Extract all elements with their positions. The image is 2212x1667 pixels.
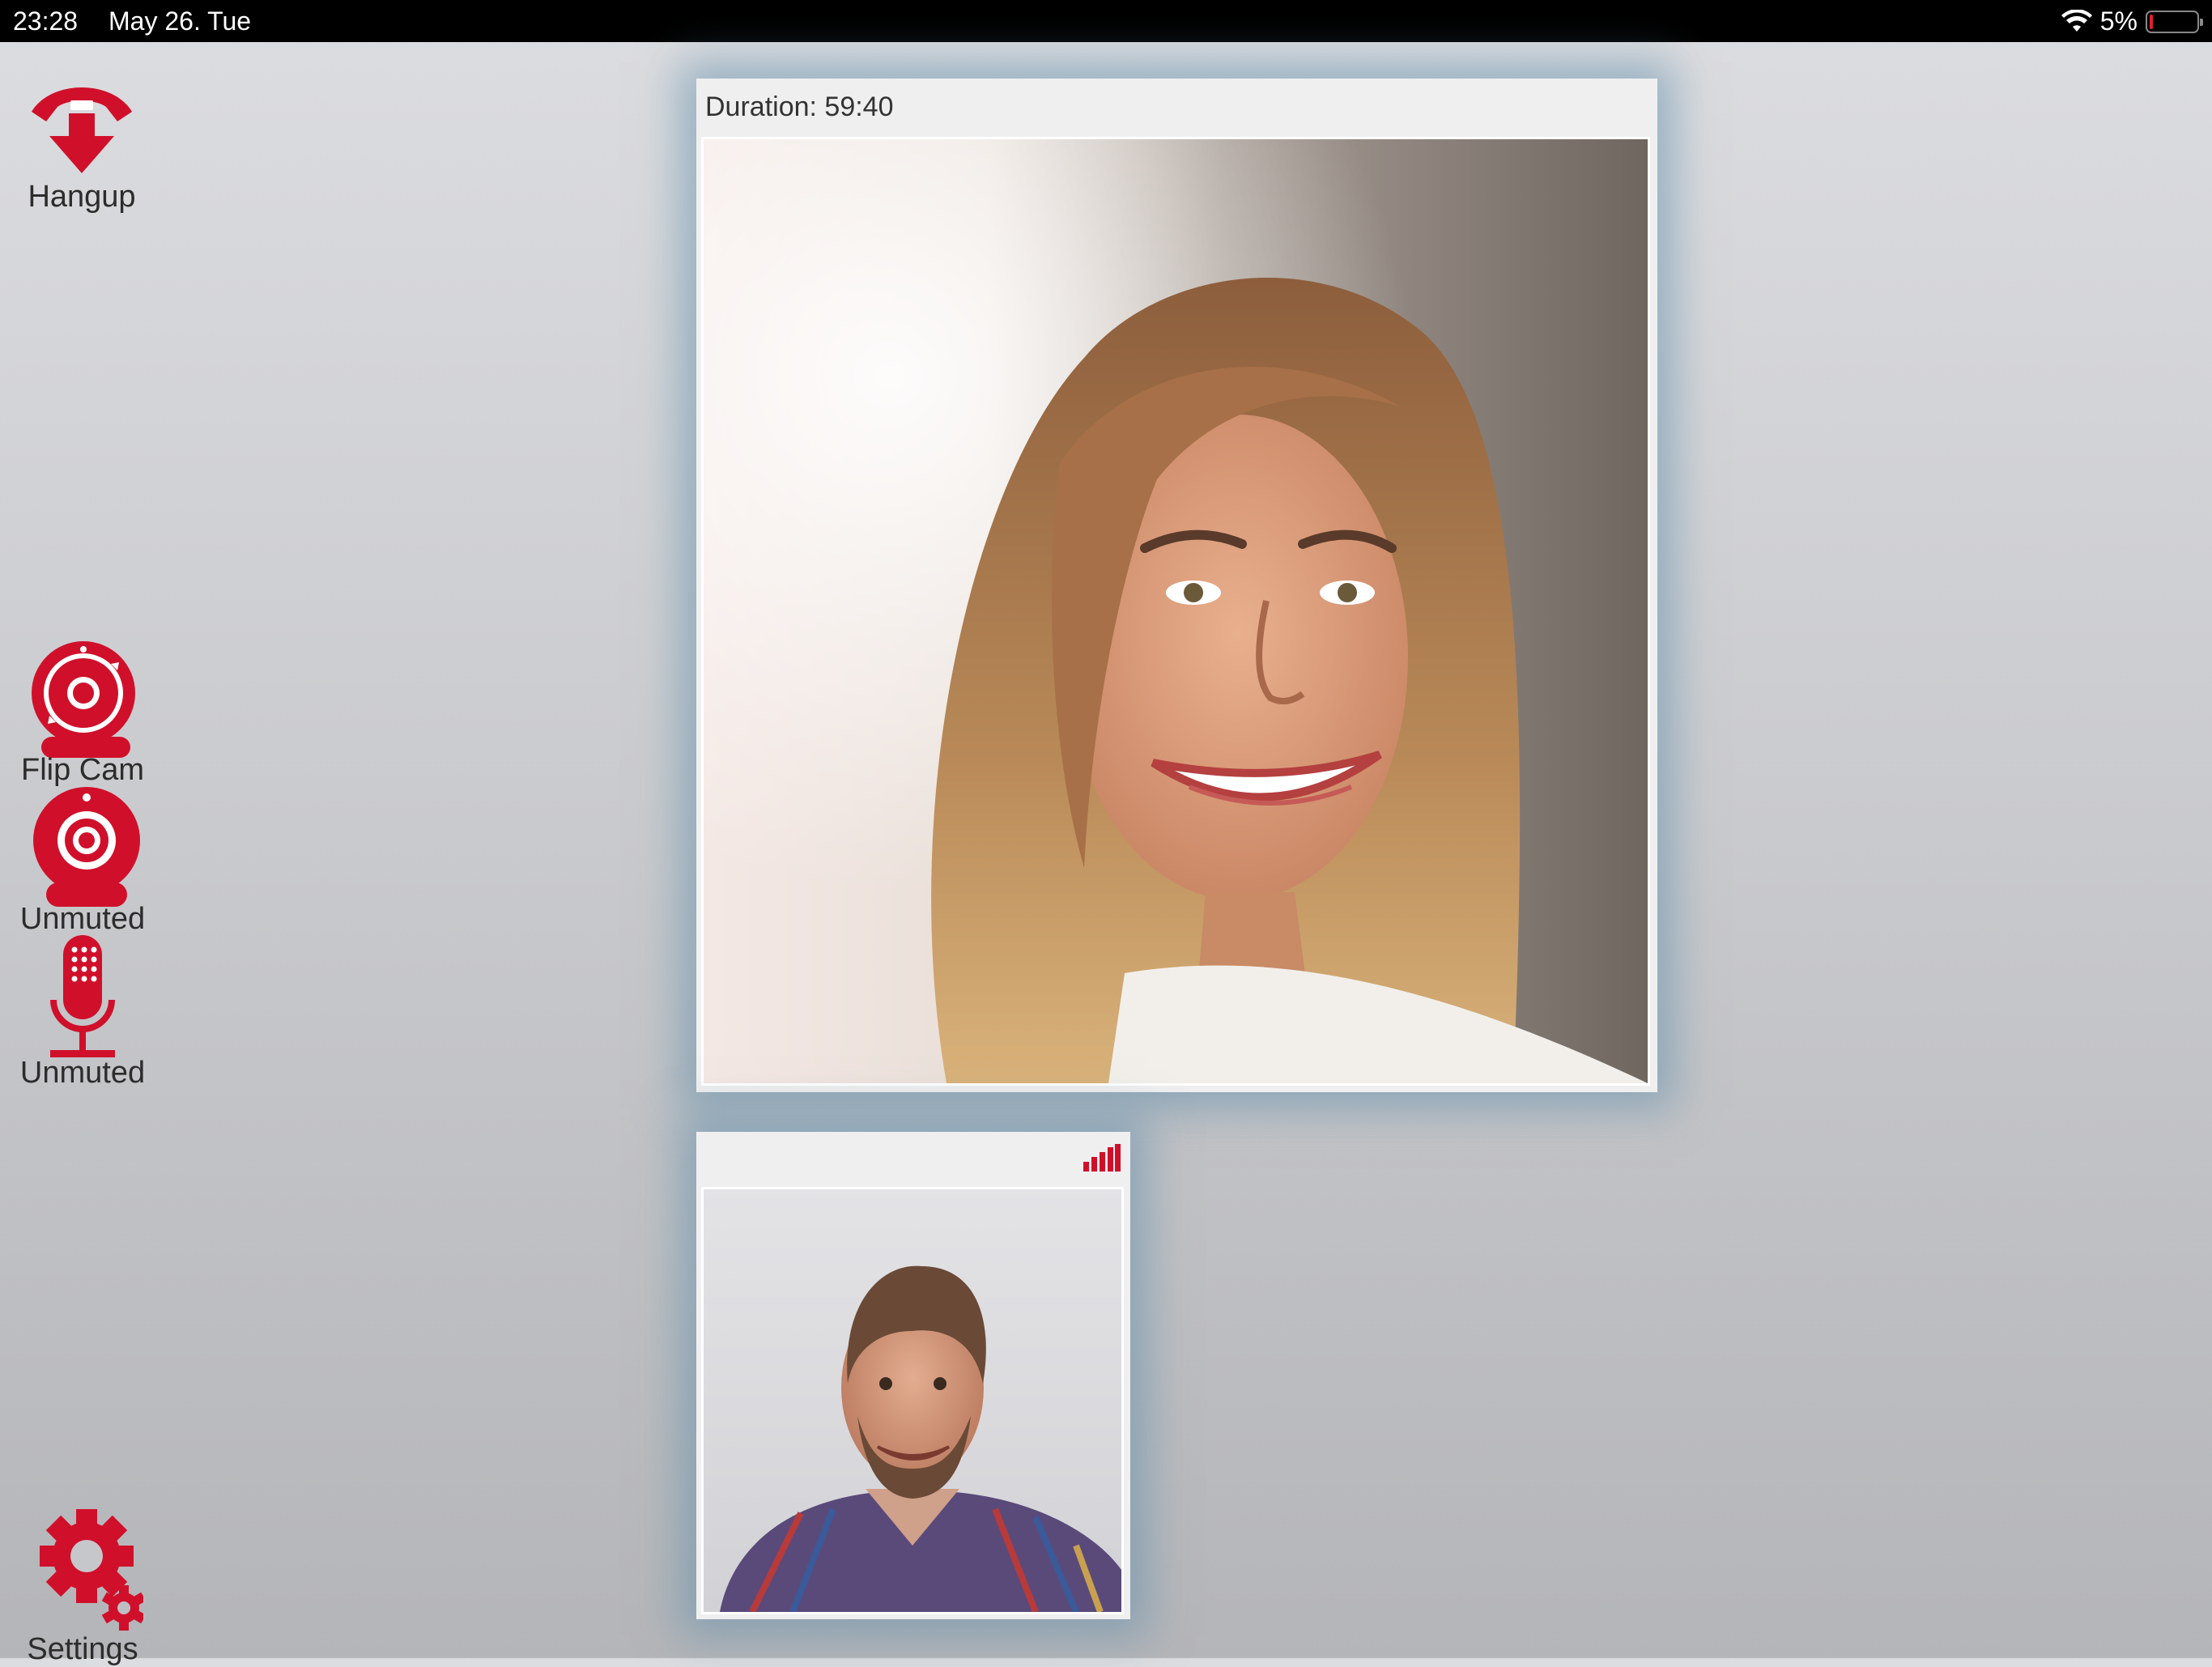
phone-hangup-icon [32, 87, 132, 173]
video-status-label: Unmuted [19, 902, 146, 936]
settings-button[interactable]: Settings [10, 1506, 155, 1667]
mic-mute-toggle[interactable]: Unmuted [10, 935, 155, 1091]
hangup-label: Hangup [28, 180, 136, 214]
remote-video [701, 137, 1650, 1086]
signal-bars-icon [1083, 1144, 1121, 1172]
status-right-group: 5% [2061, 6, 2203, 36]
call-duration: Duration: 59:40 [705, 91, 894, 122]
battery-icon [2146, 10, 2203, 33]
remote-video-header: Duration: 59:40 [696, 79, 1657, 137]
local-video-header [696, 1132, 1130, 1187]
local-video-image [704, 1189, 1121, 1612]
local-video-panel [696, 1132, 1130, 1619]
remote-video-image [704, 139, 1648, 1083]
flip-camera-icon [32, 641, 135, 758]
status-date: May 26. Tue [108, 6, 252, 36]
webcam-icon [33, 787, 140, 907]
battery-level [2150, 14, 2153, 29]
flip-cam-button[interactable]: Flip Cam [10, 640, 155, 788]
battery-percent: 5% [2099, 6, 2138, 36]
local-video [701, 1187, 1124, 1614]
mic-status-label: Unmuted [19, 1056, 146, 1090]
status-time: 23:28 [13, 6, 79, 36]
video-mute-toggle[interactable]: Unmuted [10, 787, 155, 937]
microphone-icon [50, 935, 115, 1057]
settings-label: Settings [27, 1632, 138, 1666]
wifi-icon [2061, 9, 2092, 32]
flip-cam-label: Flip Cam [20, 753, 145, 787]
remote-video-panel: Duration: 59:40 [696, 79, 1657, 1092]
gear-icon [40, 1509, 143, 1631]
status-bar: 23:28 May 26. Tue 5% [0, 0, 2212, 42]
hangup-button[interactable]: Hangup [16, 76, 147, 215]
